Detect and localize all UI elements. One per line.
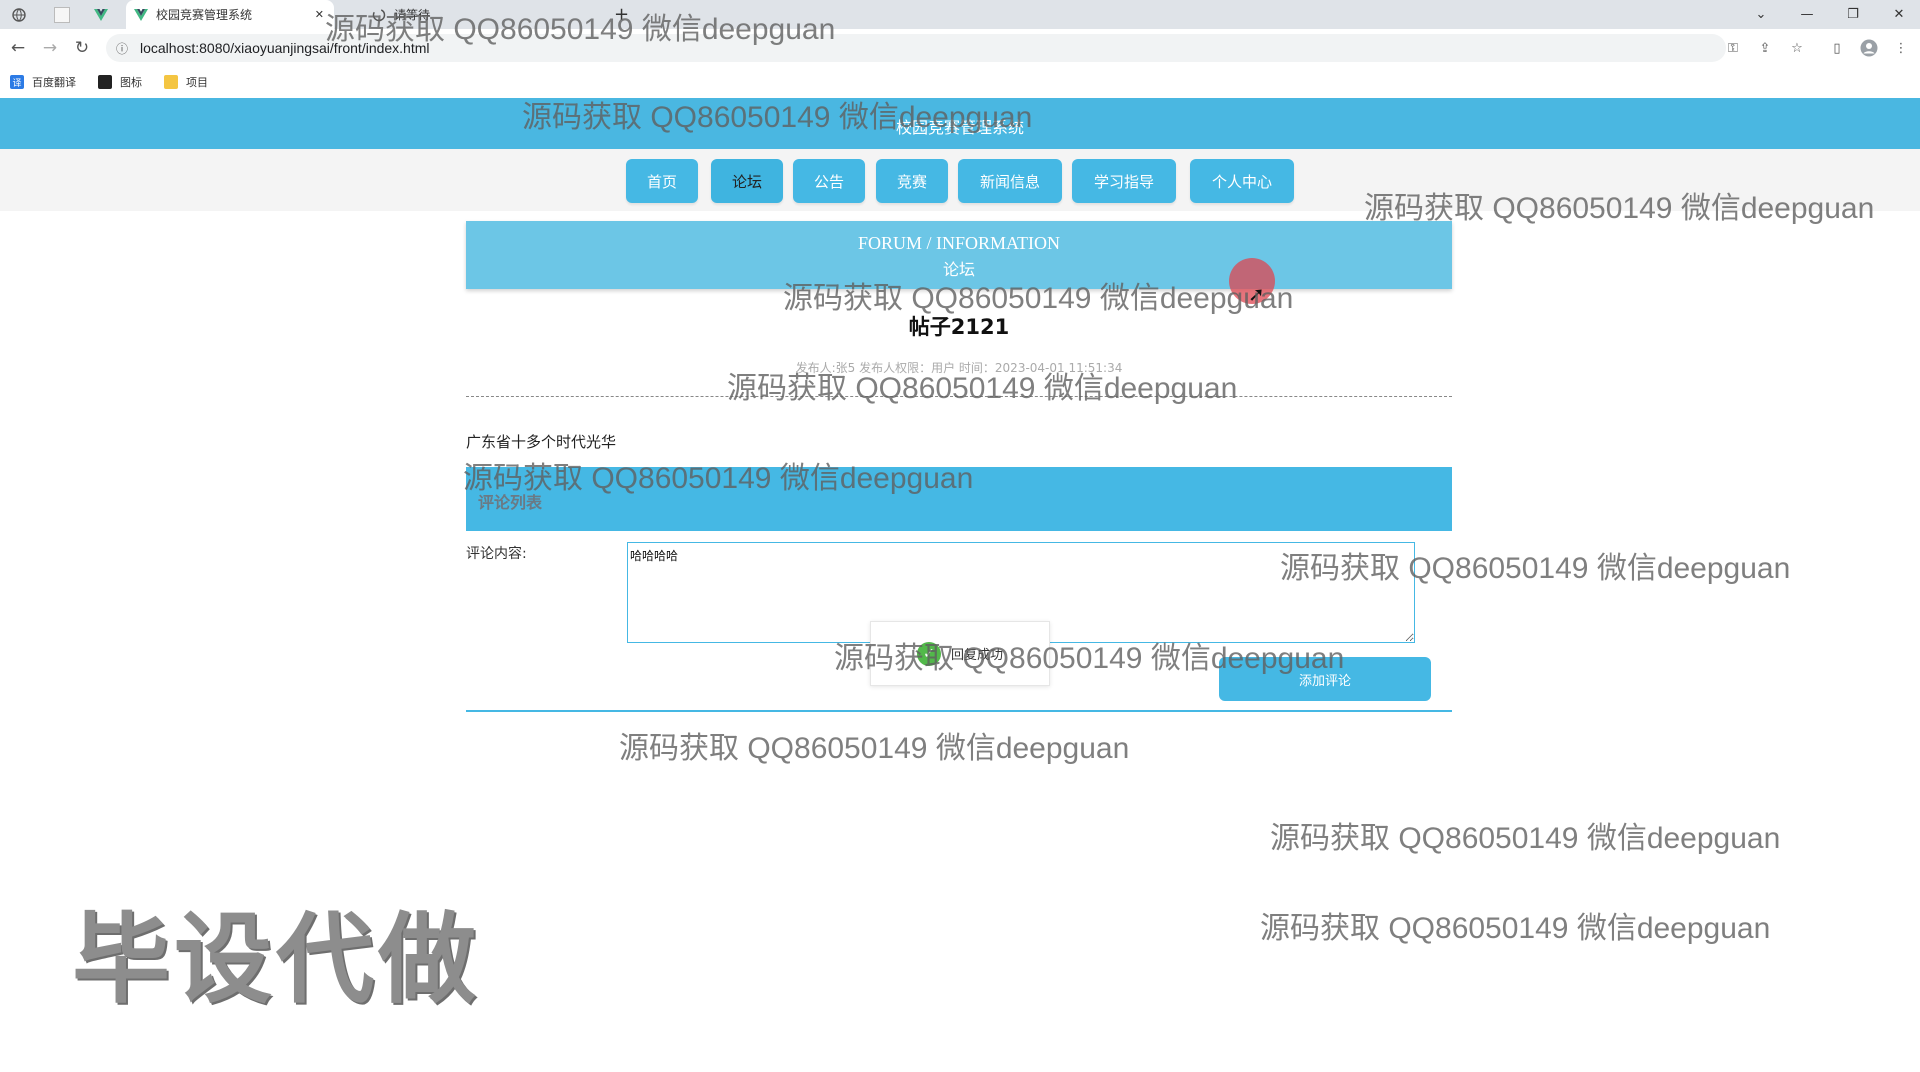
share-icon[interactable]: ⇪ xyxy=(1754,37,1776,59)
post-content: 广东省十多个时代光华 xyxy=(466,433,617,451)
tab-active[interactable]: 校园竞赛管理系统 ✕ xyxy=(126,0,334,29)
close-icon[interactable]: ✕ xyxy=(315,8,324,21)
watermark: 源码获取 QQ86050149 微信deepguan xyxy=(1364,192,1875,225)
watermark: 源码获取 QQ86050149 微信deepguan xyxy=(463,462,974,495)
globe-icon xyxy=(12,7,26,22)
menu-icon[interactable]: ⋮ xyxy=(1890,37,1912,59)
folder-icon xyxy=(164,75,178,89)
bookmark-baidu-translate[interactable]: 译 百度翻译 xyxy=(10,72,76,92)
nav-competition[interactable]: 竞赛 xyxy=(876,159,948,203)
tab-1[interactable] xyxy=(54,0,78,29)
watermark: 源码获取 QQ86050149 微信deepguan xyxy=(1280,552,1791,585)
restore-icon[interactable]: ❐ xyxy=(1830,0,1876,29)
comment-label: 评论内容: xyxy=(466,546,527,562)
watermark: 源码获取 QQ86050149 微信deepguan xyxy=(1270,822,1781,855)
nav-personal-center[interactable]: 个人中心 xyxy=(1190,159,1294,203)
watermark: 源码获取 QQ86050149 微信deepguan xyxy=(834,642,1345,675)
forward-icon[interactable]: → xyxy=(38,36,62,60)
watermark: 源码获取 QQ86050149 微信deepguan xyxy=(783,282,1294,315)
bookmark-icons[interactable]: 图标 xyxy=(98,72,142,92)
bookmark-project[interactable]: 项目 xyxy=(164,72,208,92)
nav-forum[interactable]: 论坛 xyxy=(711,159,783,203)
nav-news[interactable]: 新闻信息 xyxy=(958,159,1062,203)
watermark: 源码获取 QQ86050149 微信deepguan xyxy=(325,13,836,46)
minimize-icon[interactable]: — xyxy=(1784,0,1830,29)
side-panel-icon[interactable]: ▯ xyxy=(1826,37,1848,59)
vue-icon xyxy=(134,8,148,22)
tab-search-icon[interactable]: ⌄ xyxy=(1738,0,1784,29)
watermark: 源码获取 QQ86050149 微信deepguan xyxy=(727,372,1238,405)
key-icon[interactable]: ⚿ xyxy=(1722,37,1744,59)
vue-icon xyxy=(94,8,108,22)
back-icon[interactable]: ← xyxy=(6,36,30,60)
watermark: 源码获取 QQ86050149 微信deepguan xyxy=(619,732,1130,765)
page-icon xyxy=(54,6,70,23)
star-icon[interactable]: ☆ xyxy=(1786,37,1808,59)
stamp-text: 毕设代做 xyxy=(72,903,481,1017)
divider xyxy=(466,710,1452,712)
translate-icon: 译 xyxy=(10,75,24,89)
watermark: 源码获取 QQ86050149 微信deepguan xyxy=(1260,912,1771,945)
nav-study-guide[interactable]: 学习指导 xyxy=(1072,159,1176,203)
watermark: 源码获取 QQ86050149 微信deepguan xyxy=(522,101,1033,134)
window-close-icon[interactable]: ✕ xyxy=(1876,0,1920,29)
site-info-icon[interactable]: ⓘ xyxy=(116,40,132,57)
nav-notice[interactable]: 公告 xyxy=(793,159,865,203)
tab-0[interactable] xyxy=(12,0,34,29)
image-icon xyxy=(98,75,112,89)
tab-2[interactable] xyxy=(94,0,116,29)
breadcrumb-en: FORUM / INFORMATION xyxy=(857,233,1061,253)
nav-home[interactable]: 首页 xyxy=(626,159,698,203)
browser-tab-bar: 校园竞赛管理系统 ✕ 请等待 + ⌄ — ❐ ✕ xyxy=(0,0,1920,29)
reload-icon[interactable]: ↻ xyxy=(70,36,94,60)
tab-title: 校园竞赛管理系统 xyxy=(156,8,253,22)
profile-icon[interactable] xyxy=(1858,37,1880,59)
